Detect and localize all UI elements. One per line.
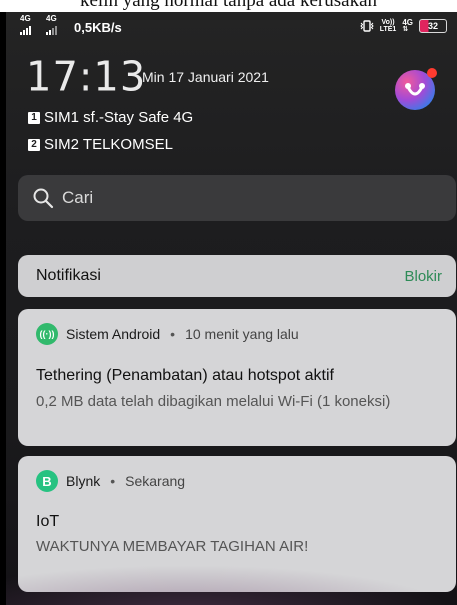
notification-dot [427,68,437,78]
volte-bottom: LTE1 [379,25,397,33]
mobile-data-icon: 4G ⇅ [402,18,413,33]
blynk-icon: B [36,470,58,492]
block-button[interactable]: Blokir [404,268,442,285]
sim1-operator-label: SIM1 sf.-Stay Safe 4G [44,109,194,126]
vibrate-icon [360,19,374,32]
app-logo-icon [405,83,425,96]
notification-card[interactable]: ((·)) Sistem Android • 10 menit yang lal… [18,309,456,446]
sim2-operator: 2 SIM2 TELKOMSEL [28,136,173,153]
battery-icon: 32 [419,18,447,33]
notifications-header: Notifikasi Blokir [18,255,456,297]
notification-body: WAKTUNYA MEMBAYAR TAGIHAN AIR! [36,538,309,555]
battery-level: 32 [427,20,438,31]
status-bar: 4G 4G 0,5KB/s Vo)) LTE1 4G ⇅ 32 [6,12,457,40]
notification-time: Sekarang [125,473,186,489]
article-text: kelih yang normal tanpa ada kerusakan [79,0,378,11]
notification-title: Tethering (Penambatan) atau hotspot akti… [36,367,334,384]
status-icons: Vo)) LTE1 4G ⇅ 32 [360,18,447,33]
notification-app-name: Blynk [66,473,101,489]
sim2-network-label: 4G [46,14,57,23]
theme-app-icon[interactable] [395,68,437,110]
notifications-title: Notifikasi [36,267,101,284]
search-input[interactable]: Cari [18,175,456,221]
sim2-signal-icon: 4G [46,14,57,35]
sim1-network-label: 4G [20,14,31,23]
separator-dot: • [110,473,116,489]
notification-header: ((·)) Sistem Android • 10 menit yang lal… [36,323,299,345]
notification-app-name: Sistem Android [66,326,161,342]
search-icon [33,188,54,209]
sim1-badge: 1 [28,111,40,124]
search-placeholder: Cari [62,188,94,207]
separator-dot: • [170,326,176,342]
sim1-signal-icon: 4G [20,14,31,35]
notification-body: 0,2 MB data telah dibagikan melalui Wi-F… [36,393,391,410]
network-speed: 0,5KB/s [74,20,122,35]
sim2-badge: 2 [28,138,40,151]
notification-title: IoT [36,513,60,530]
date[interactable]: Min 17 Januari 2021 [142,69,269,85]
sim2-operator-label: SIM2 TELKOMSEL [44,136,173,153]
hotspot-icon: ((·)) [36,323,58,345]
notification-header: B Blynk • Sekarang [36,470,185,492]
clock[interactable]: 17:13 [26,54,146,101]
sim1-operator: 1 SIM1 sf.-Stay Safe 4G [28,109,193,126]
volte-icon: Vo)) LTE1 [380,19,397,33]
notification-card[interactable]: B Blynk • Sekarang IoT WAKTUNYA MEMBAYAR… [18,456,456,592]
phone-screen: 4G 4G 0,5KB/s Vo)) LTE1 4G ⇅ 32 17:13 Mi… [6,12,457,605]
article-strip: kelih yang normal tanpa ada kerusakan [0,0,457,12]
volte-top: Vo)) [381,18,395,26]
notification-time: 10 menit yang lalu [185,326,299,342]
